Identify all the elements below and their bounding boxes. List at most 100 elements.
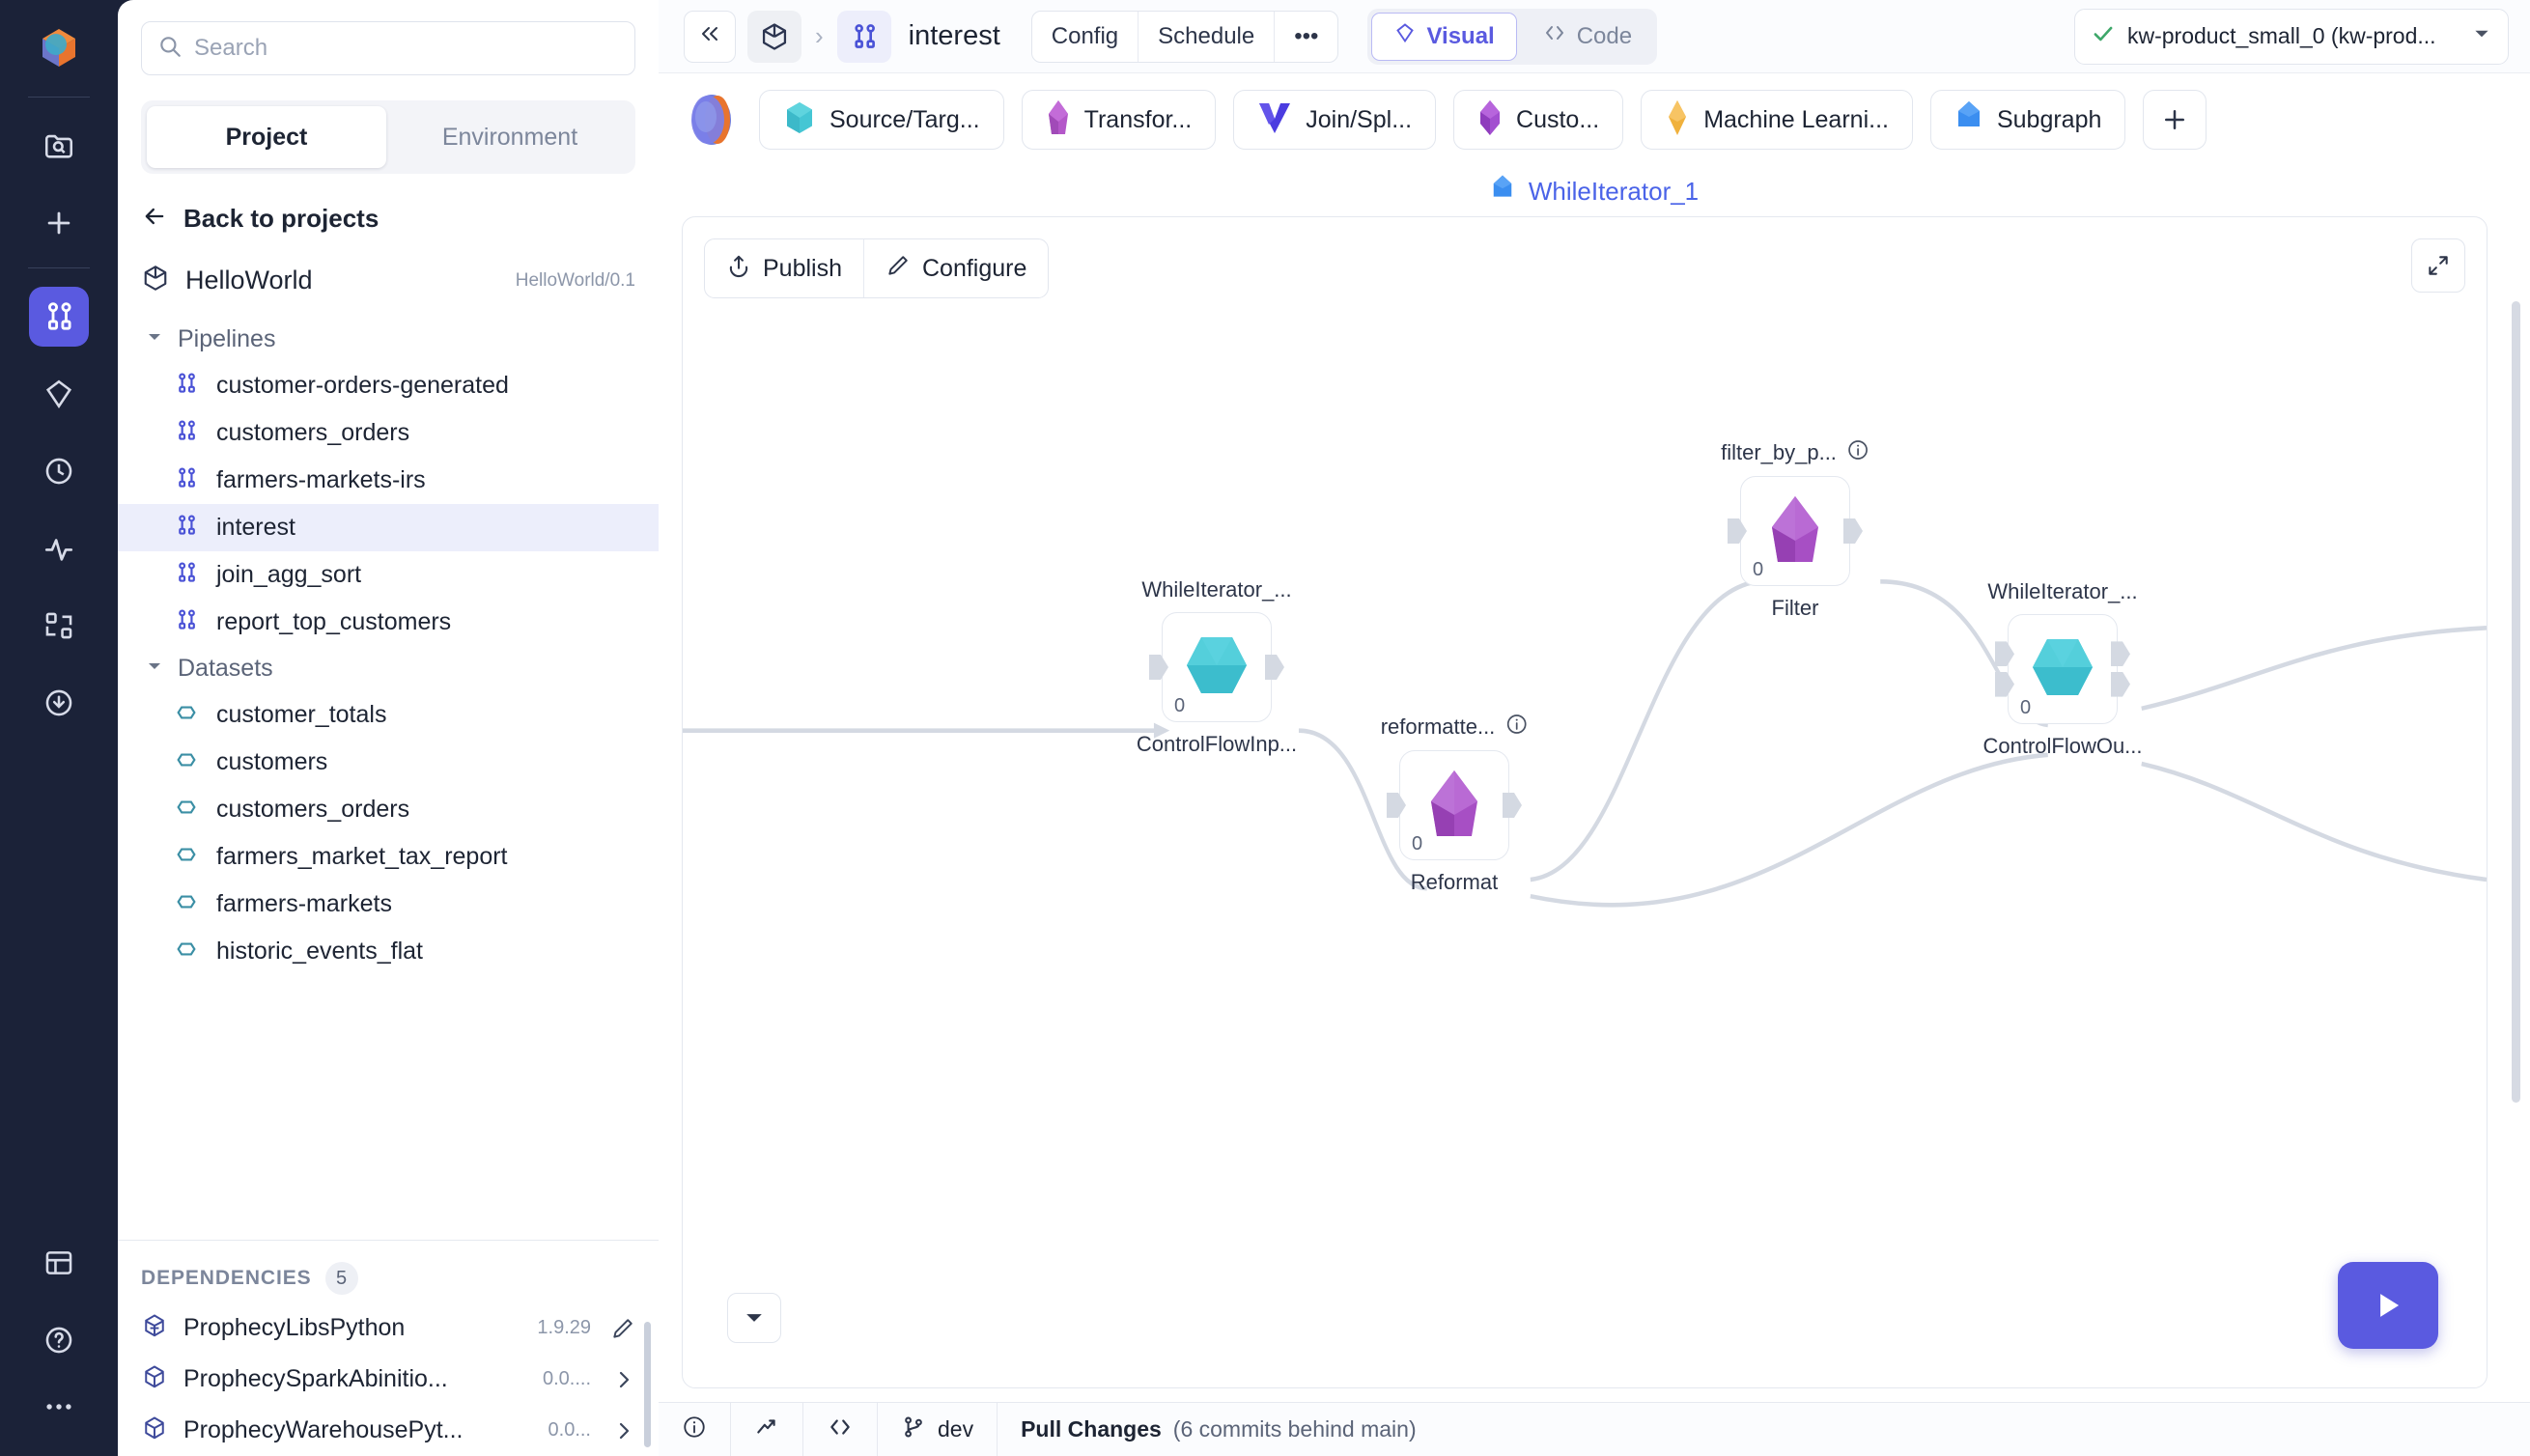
- palette-source-target[interactable]: Source/Targ...: [759, 90, 1004, 150]
- dependency-version: 1.9.29: [537, 1317, 591, 1338]
- info-circle-icon[interactable]: [1504, 713, 1528, 741]
- dataset-icon: [174, 795, 199, 825]
- config-button[interactable]: Config: [1032, 11, 1139, 62]
- plus-icon[interactable]: [29, 193, 89, 253]
- node-box[interactable]: 0: [1387, 750, 1522, 860]
- canvas-expand-chevron[interactable]: [727, 1293, 781, 1343]
- node-input-port[interactable]: [1149, 655, 1168, 680]
- group-header-datasets[interactable]: Datasets: [118, 646, 659, 691]
- pipeline-item-farmers-markets-irs[interactable]: farmers-markets-irs: [118, 457, 659, 504]
- pipeline-canvas[interactable]: Publish Configure WhileIterator_... 0 Co…: [682, 216, 2488, 1388]
- node-top-label-wrap: reformatte...: [1381, 713, 1529, 741]
- subgraph-breadcrumb: WhileIterator_1: [682, 166, 2507, 216]
- dependency-row-prophecysparkabinitio[interactable]: ProphecySparkAbinitio... 0.0....: [118, 1354, 659, 1405]
- help-icon[interactable]: [29, 1310, 89, 1370]
- more-icon[interactable]: [29, 1387, 89, 1447]
- node-input-port-1[interactable]: [1995, 641, 2014, 667]
- node-index: 0: [1412, 833, 1423, 854]
- node-box[interactable]: 0: [1149, 612, 1284, 722]
- dataset-item-customer-totals[interactable]: customer_totals: [118, 691, 659, 739]
- node-bottom-label: Reformat: [1410, 870, 1499, 894]
- cluster-selector[interactable]: kw-product_small_0 (kw-prod...: [2074, 8, 2509, 65]
- palette-label: Source/Targ...: [829, 105, 980, 133]
- dependency-row-prophecylibspython[interactable]: ProphecyLibsPython 1.9.29: [118, 1302, 659, 1354]
- node-reformatte[interactable]: reformatte... 0 Reformat: [1381, 714, 1527, 894]
- status-code-button[interactable]: [803, 1403, 878, 1456]
- dependencies-scrollbar[interactable]: [644, 1322, 651, 1447]
- sidebar-item-download[interactable]: [29, 673, 89, 733]
- chevron-down-icon: [2471, 23, 2492, 49]
- back-to-projects-link[interactable]: Back to projects: [118, 174, 659, 256]
- pipeline-icon: [174, 465, 199, 495]
- palette-subgraph[interactable]: Subgraph: [1929, 90, 2126, 150]
- sidebar-item-history[interactable]: [29, 441, 89, 501]
- tab-code[interactable]: Code: [1521, 13, 1653, 61]
- run-pipeline-button[interactable]: [2338, 1262, 2438, 1349]
- node-input-port[interactable]: [1387, 793, 1406, 818]
- project-header-row[interactable]: HelloWorld HelloWorld/0.1: [118, 256, 659, 317]
- status-branch-button[interactable]: dev: [878, 1403, 998, 1456]
- configure-button[interactable]: Configure: [864, 239, 1048, 297]
- node-box[interactable]: 0: [1995, 614, 2130, 724]
- sidebar-item-gems[interactable]: [29, 364, 89, 424]
- palette-custom[interactable]: Custo...: [1453, 90, 1624, 150]
- schedule-button[interactable]: Schedule: [1138, 11, 1276, 62]
- tab-visual[interactable]: Visual: [1371, 12, 1517, 61]
- pipeline-item-interest[interactable]: interest: [118, 504, 659, 551]
- status-metrics-button[interactable]: [731, 1403, 803, 1456]
- node-box[interactable]: 0: [1728, 476, 1863, 586]
- subgraph-title[interactable]: WhileIterator_1: [1529, 177, 1699, 207]
- status-info-button[interactable]: [659, 1403, 731, 1456]
- breadcrumb-pipeline-icon[interactable]: [836, 10, 891, 63]
- pipeline-item-customers-orders[interactable]: customers_orders: [118, 409, 659, 457]
- edit-pencil-icon[interactable]: [606, 1316, 635, 1341]
- collapse-panel-button[interactable]: [684, 10, 736, 63]
- project-tree[interactable]: Pipelines customer-orders-generated cust…: [118, 317, 659, 1240]
- collapse-arrows-icon[interactable]: [2411, 238, 2465, 293]
- node-control-flow-input[interactable]: WhileIterator_... 0 ControlFlowInp...: [1137, 577, 1297, 756]
- tab-project[interactable]: Project: [147, 106, 386, 168]
- sidebar-item-monitoring[interactable]: [29, 518, 89, 578]
- pipeline-item-report-top-customers[interactable]: report_top_customers: [118, 599, 659, 646]
- dependency-row-prophecywarehousepython[interactable]: ProphecyWarehousePyt... 0.0...: [118, 1405, 659, 1456]
- canvas-vertical-scrollbar[interactable]: [2512, 301, 2520, 1103]
- chevron-right-icon[interactable]: [606, 1368, 635, 1391]
- palette-machine-learning[interactable]: Machine Learni...: [1641, 90, 1913, 150]
- chevron-right-icon[interactable]: [606, 1419, 635, 1442]
- dataset-item-farmers-markets[interactable]: farmers-markets: [118, 881, 659, 928]
- node-input-port-2[interactable]: [1995, 671, 2014, 697]
- palette-transform[interactable]: Transfor...: [1021, 90, 1217, 150]
- sidebar-item-lineage[interactable]: [29, 596, 89, 656]
- git-branch-icon: [901, 1414, 926, 1444]
- prophecy-logo[interactable]: [29, 17, 89, 77]
- add-gem-button[interactable]: [2143, 90, 2207, 150]
- node-bottom-label: Filter: [1771, 596, 1819, 620]
- search-folder-icon[interactable]: [29, 116, 89, 176]
- tab-environment[interactable]: Environment: [390, 106, 630, 168]
- search-box[interactable]: [141, 21, 635, 75]
- branch-name: dev: [938, 1416, 974, 1442]
- node-control-flow-output[interactable]: WhileIterator_... 0 ControlFlowOu...: [1982, 579, 2142, 758]
- breadcrumb-project-icon[interactable]: [747, 10, 801, 63]
- dataset-item-historic-events-flat[interactable]: historic_events_flat: [118, 928, 659, 975]
- pull-changes-button[interactable]: Pull Changes (6 commits behind main): [998, 1403, 1440, 1456]
- project-name: HelloWorld: [185, 266, 313, 294]
- node-filter-by-p[interactable]: filter_by_p... 0 Filter: [1721, 440, 1868, 620]
- search-input[interactable]: [194, 35, 619, 62]
- chevron-down-icon: [145, 657, 164, 681]
- group-header-pipelines[interactable]: Pipelines: [118, 317, 659, 362]
- node-input-port[interactable]: [1728, 518, 1747, 544]
- dataset-item-customers-orders[interactable]: customers_orders: [118, 786, 659, 833]
- dataset-item-customers[interactable]: customers: [118, 739, 659, 786]
- publish-button[interactable]: Publish: [705, 239, 864, 297]
- pipeline-item-join-agg-sort[interactable]: join_agg_sort: [118, 551, 659, 599]
- info-circle-icon[interactable]: [1846, 438, 1869, 466]
- dataset-item-farmers-market-tax-report[interactable]: farmers_market_tax_report: [118, 833, 659, 881]
- sidebar-item-pipelines[interactable]: [29, 287, 89, 347]
- dataset-label: customer_totals: [216, 701, 387, 728]
- palette-join-split[interactable]: Join/Spl...: [1233, 90, 1437, 150]
- pipeline-item-customer-orders-generated[interactable]: customer-orders-generated: [118, 362, 659, 409]
- sidebar-item-storage[interactable]: [29, 1233, 89, 1293]
- pipeline-label: interest: [216, 514, 295, 541]
- more-actions-button[interactable]: •••: [1275, 12, 1337, 62]
